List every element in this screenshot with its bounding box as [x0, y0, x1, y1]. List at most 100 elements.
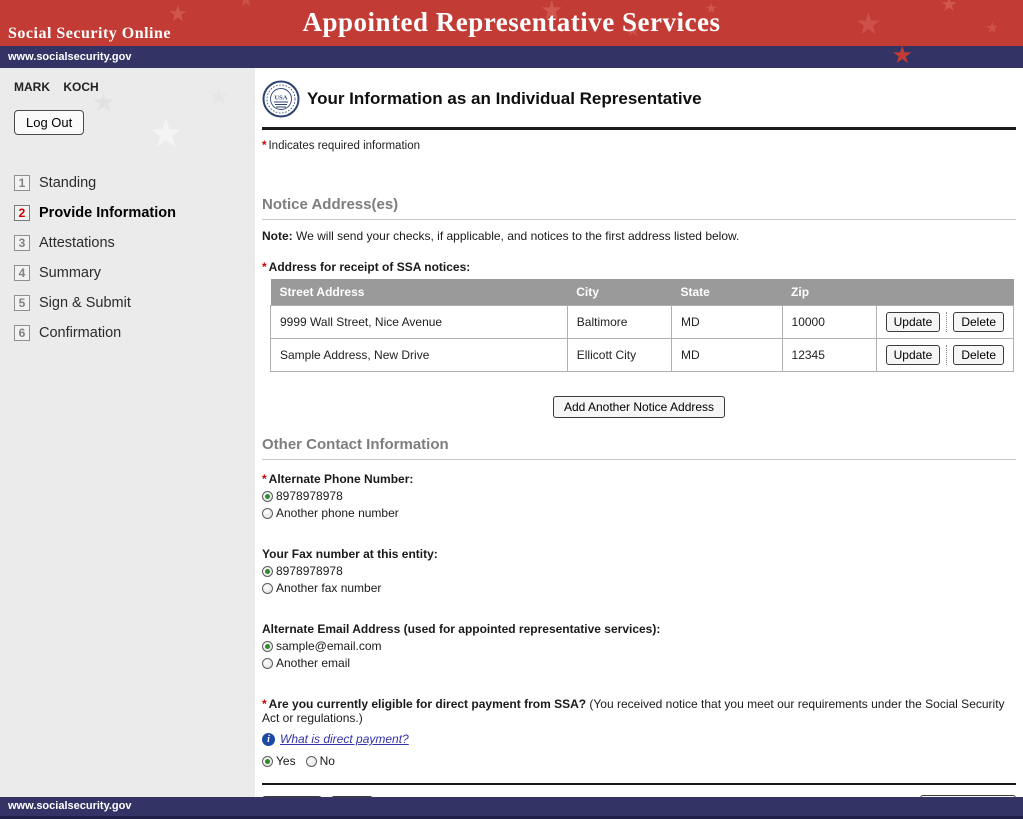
step-attestations: 3 Attestations	[14, 235, 255, 251]
radio-option-yes[interactable]: Yes	[262, 754, 296, 768]
radio-option-label: Another fax number	[276, 581, 381, 595]
col-state: State	[671, 279, 782, 306]
alternate-email-label: Alternate Email Address (used for appoin…	[262, 622, 1016, 636]
required-note-text: Indicates required information	[268, 140, 420, 152]
update-button[interactable]: Update	[886, 345, 941, 365]
cell-zip: 12345	[782, 339, 876, 372]
radio-option-label: Yes	[276, 754, 296, 768]
radio-icon	[262, 491, 273, 502]
other-contact-heading: Other Contact Information	[262, 436, 1016, 460]
col-actions	[876, 279, 1013, 306]
alternate-phone-label-text: Alternate Phone Number:	[269, 472, 414, 486]
footer-url-text: www.socialsecurity.gov	[8, 800, 132, 812]
radio-icon	[306, 756, 317, 767]
step-label: Summary	[39, 265, 101, 281]
notice-addresses-heading: Notice Address(es)	[262, 196, 1016, 220]
cell-state: MD	[671, 306, 782, 339]
info-icon	[262, 733, 275, 746]
table-row: Sample Address, New Drive Ellicott City …	[271, 339, 1014, 372]
radio-option-no[interactable]: No	[306, 754, 335, 768]
direct-payment-info-row: What is direct payment?	[262, 732, 1016, 746]
step-number: 2	[14, 205, 30, 221]
direct-payment-label: *Are you currently eligible for direct p…	[262, 697, 1016, 725]
direct-payment-options: Yes No	[262, 751, 1016, 768]
notice-address-table: Street Address City State Zip 9999 Wall …	[270, 279, 1014, 372]
what-is-direct-payment-link[interactable]: What is direct payment?	[280, 732, 409, 746]
radio-option-email-other[interactable]: Another email	[262, 656, 1016, 670]
step-number: 3	[14, 235, 30, 251]
bottom-divider	[262, 783, 1016, 785]
step-standing: 1 Standing	[14, 175, 255, 191]
radio-option-label: No	[320, 754, 335, 768]
radio-option-phone-other[interactable]: Another phone number	[262, 506, 1016, 520]
fax-number-group: Your Fax number at this entity: 89789789…	[262, 547, 1016, 595]
address-table-label: *Address for receipt of SSA notices:	[262, 260, 1016, 274]
required-asterisk: *	[262, 697, 267, 711]
cell-street: Sample Address, New Drive	[271, 339, 568, 372]
direct-payment-question: Are you currently eligible for direct pa…	[269, 697, 586, 711]
step-label: Provide Information	[39, 205, 176, 221]
cell-state: MD	[671, 339, 782, 372]
radio-icon	[262, 566, 273, 577]
agency-logo: Social Security Online	[8, 25, 171, 43]
col-city: City	[567, 279, 671, 306]
progress-steps: 1 Standing 2 Provide Information 3 Attes…	[14, 175, 255, 341]
table-row: 9999 Wall Street, Nice Avenue Baltimore …	[271, 306, 1014, 339]
step-provide-information: 2 Provide Information	[14, 205, 255, 221]
ssa-seal-icon: USA	[262, 80, 300, 118]
col-zip: Zip	[782, 279, 876, 306]
alternate-email-group: Alternate Email Address (used for appoin…	[262, 622, 1016, 670]
radio-option-fax-other[interactable]: Another fax number	[262, 581, 1016, 595]
required-asterisk: *	[262, 140, 266, 152]
action-divider	[946, 312, 947, 332]
radio-icon	[262, 508, 273, 519]
star-decoration: ★	[891, 46, 913, 67]
top-banner: ★ ★ ★ ★ ★ ★ ★ ★ Appointed Representative…	[0, 0, 1023, 46]
alternate-phone-group: *Alternate Phone Number: 8978978978 Anot…	[262, 472, 1016, 520]
fax-number-label: Your Fax number at this entity:	[262, 547, 1016, 561]
delete-button[interactable]: Delete	[953, 345, 1004, 365]
add-notice-address-button[interactable]: Add Another Notice Address	[553, 396, 725, 418]
step-number: 1	[14, 175, 30, 191]
radio-option-email-current[interactable]: sample@email.com	[262, 639, 1016, 653]
required-asterisk: *	[262, 260, 267, 274]
action-divider	[946, 345, 947, 365]
step-summary: 4 Summary	[14, 265, 255, 281]
address-table-label-text: Address for receipt of SSA notices:	[269, 260, 471, 274]
footer-url-bar: www.socialsecurity.gov	[0, 797, 1023, 819]
radio-option-fax-current[interactable]: 8978978978	[262, 564, 1016, 578]
col-street-address: Street Address	[271, 279, 568, 306]
step-label: Confirmation	[39, 325, 121, 341]
step-label: Sign & Submit	[39, 295, 131, 311]
user-name: MARK KOCH	[14, 80, 255, 94]
radio-option-phone-current[interactable]: 8978978978	[262, 489, 1016, 503]
add-address-row: Add Another Notice Address	[262, 396, 1016, 418]
radio-option-label: sample@email.com	[276, 639, 382, 653]
main-content: USA Your Information as an Individual Re…	[255, 68, 1023, 797]
radio-option-label: Another email	[276, 656, 350, 670]
required-note: *Indicates required information	[262, 140, 1016, 152]
cell-city: Baltimore	[567, 306, 671, 339]
radio-icon	[262, 583, 273, 594]
step-number: 5	[14, 295, 30, 311]
page-title: Your Information as an Individual Repres…	[307, 89, 702, 109]
direct-payment-group: *Are you currently eligible for direct p…	[262, 697, 1016, 768]
radio-option-label: Another phone number	[276, 506, 399, 520]
radio-icon	[262, 658, 273, 669]
radio-option-label: 8978978978	[276, 564, 343, 578]
sidebar: ★ ★ ★ ★ MARK KOCH Log Out 1 Standing 2 P…	[0, 68, 255, 797]
cell-zip: 10000	[782, 306, 876, 339]
update-button[interactable]: Update	[886, 312, 941, 332]
svg-text:USA: USA	[274, 95, 287, 102]
star-decoration: ★	[148, 114, 184, 154]
delete-button[interactable]: Delete	[953, 312, 1004, 332]
top-url-text: www.socialsecurity.gov	[8, 51, 132, 63]
step-number: 4	[14, 265, 30, 281]
logout-button[interactable]: Log Out	[14, 110, 84, 135]
radio-option-label: 8978978978	[276, 489, 343, 503]
radio-icon	[262, 641, 273, 652]
notice-note: Note: We will send your checks, if appli…	[262, 229, 1016, 243]
top-url-bar: ★ www.socialsecurity.gov	[0, 46, 1023, 68]
required-asterisk: *	[262, 472, 267, 486]
cell-actions: Update Delete	[876, 339, 1013, 372]
